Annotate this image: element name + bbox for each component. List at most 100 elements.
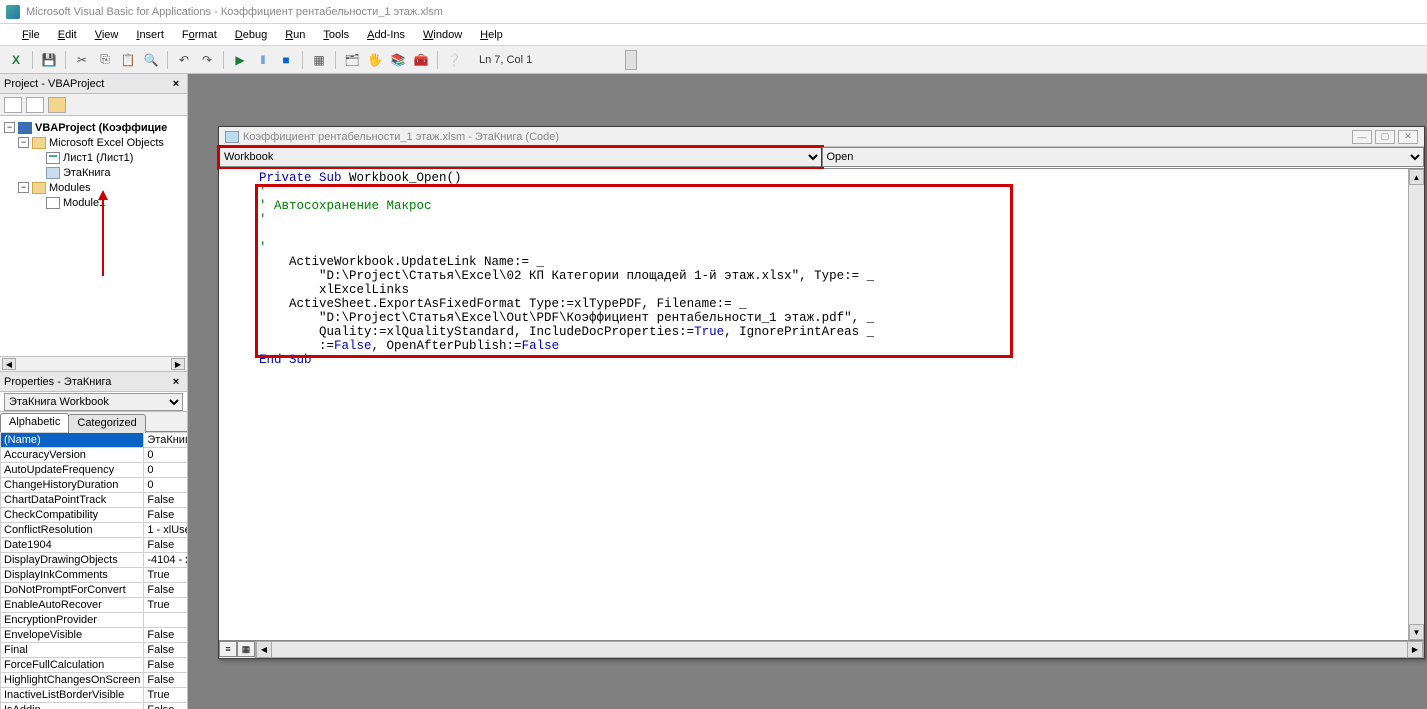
- horizontal-scrollbar[interactable]: ◀ ▶: [255, 641, 1424, 658]
- menu-view[interactable]: View: [87, 27, 127, 43]
- menu-help[interactable]: Help: [472, 27, 511, 43]
- menu-tools[interactable]: Tools: [315, 27, 357, 43]
- menu-format[interactable]: Format: [174, 27, 225, 43]
- find-icon[interactable]: 🔍: [141, 50, 161, 70]
- view-object-icon[interactable]: [26, 97, 44, 113]
- tab-categorized[interactable]: Categorized: [68, 414, 145, 433]
- property-row[interactable]: Date1904False: [1, 538, 188, 553]
- property-value[interactable]: False: [144, 583, 187, 598]
- property-value[interactable]: 0: [144, 448, 187, 463]
- menu-edit[interactable]: Edit: [50, 27, 85, 43]
- object-select[interactable]: ЭтаКнига Workbook: [4, 393, 183, 411]
- object-select[interactable]: Workbook: [219, 147, 822, 167]
- properties-icon[interactable]: 🖐: [365, 50, 385, 70]
- cut-icon[interactable]: ✂: [72, 50, 92, 70]
- minimize-icon[interactable]: —: [1352, 130, 1372, 144]
- procedure-select[interactable]: Open: [822, 147, 1425, 167]
- menu-insert[interactable]: Insert: [128, 27, 172, 43]
- property-row[interactable]: (Name)ЭтаКнига: [1, 433, 188, 448]
- property-row[interactable]: DisplayInkCommentsTrue: [1, 568, 188, 583]
- undo-icon[interactable]: ↶: [174, 50, 194, 70]
- property-row[interactable]: EnvelopeVisibleFalse: [1, 628, 188, 643]
- property-value[interactable]: [144, 613, 187, 628]
- design-mode-icon[interactable]: ▦: [309, 50, 329, 70]
- property-value[interactable]: False: [144, 628, 187, 643]
- property-value[interactable]: False: [144, 643, 187, 658]
- project-explorer-icon[interactable]: 🗂: [342, 50, 362, 70]
- toolbox-icon[interactable]: 🧰: [411, 50, 431, 70]
- collapse-icon[interactable]: −: [18, 182, 29, 193]
- properties-object-selector[interactable]: ЭтаКнига Workbook: [0, 392, 187, 412]
- collapse-icon[interactable]: −: [18, 137, 29, 148]
- tree-folder-modules[interactable]: − Modules: [4, 180, 183, 195]
- menu-window[interactable]: Window: [415, 27, 470, 43]
- toolbar-grip[interactable]: [625, 50, 637, 70]
- close-icon[interactable]: ×: [169, 77, 183, 91]
- property-value[interactable]: True: [144, 688, 187, 703]
- menu-file[interactable]: File: [14, 27, 48, 43]
- break-icon[interactable]: ‖: [253, 50, 273, 70]
- object-dropdown[interactable]: Workbook: [219, 147, 822, 168]
- property-row[interactable]: InactiveListBorderVisibleTrue: [1, 688, 188, 703]
- property-row[interactable]: DoNotPromptForConvertFalse: [1, 583, 188, 598]
- help-icon[interactable]: ❔: [444, 50, 464, 70]
- tree-folder-excel-objects[interactable]: − Microsoft Excel Objects: [4, 135, 183, 150]
- close-icon[interactable]: ×: [169, 375, 183, 389]
- property-value[interactable]: True: [144, 598, 187, 613]
- scroll-right-icon[interactable]: ▶: [1407, 642, 1423, 657]
- view-code-icon[interactable]: [4, 97, 22, 113]
- full-module-view-icon[interactable]: ▦: [237, 641, 255, 657]
- scroll-left-icon[interactable]: ◀: [2, 358, 16, 370]
- property-value[interactable]: 0: [144, 478, 187, 493]
- property-row[interactable]: AccuracyVersion0: [1, 448, 188, 463]
- toggle-folders-icon[interactable]: [48, 97, 66, 113]
- close-icon[interactable]: ✕: [1398, 130, 1418, 144]
- tree-module[interactable]: Module1: [4, 195, 183, 210]
- code-text[interactable]: Private Sub Workbook_Open() ' ' Автосохр…: [219, 169, 1424, 369]
- tree-sheet[interactable]: Лист1 (Лист1): [4, 150, 183, 165]
- procedure-view-icon[interactable]: ≡: [219, 641, 237, 657]
- reset-icon[interactable]: ■: [276, 50, 296, 70]
- maximize-icon[interactable]: ▢: [1375, 130, 1395, 144]
- property-value[interactable]: False: [144, 673, 187, 688]
- tree-project[interactable]: − VBAProject (Коэффицие: [4, 120, 183, 135]
- property-value[interactable]: False: [144, 703, 187, 709]
- code-editor[interactable]: Private Sub Workbook_Open() ' ' Автосохр…: [219, 169, 1424, 640]
- property-row[interactable]: ChartDataPointTrackFalse: [1, 493, 188, 508]
- property-row[interactable]: HighlightChangesOnScreenFalse: [1, 673, 188, 688]
- scroll-down-icon[interactable]: ▼: [1409, 624, 1424, 640]
- property-value[interactable]: False: [144, 658, 187, 673]
- tree-hscroll[interactable]: ◀ ▶: [0, 356, 187, 372]
- property-value[interactable]: False: [144, 493, 187, 508]
- tree-thisworkbook[interactable]: ЭтаКнига: [4, 165, 183, 180]
- property-row[interactable]: ChangeHistoryDuration0: [1, 478, 188, 493]
- property-row[interactable]: IsAddinFalse: [1, 703, 188, 709]
- property-row[interactable]: DisplayDrawingObjects-4104 - xlDispl: [1, 553, 188, 568]
- property-row[interactable]: AutoUpdateFrequency0: [1, 463, 188, 478]
- tab-alphabetic[interactable]: Alphabetic: [0, 413, 69, 432]
- property-value[interactable]: True: [144, 568, 187, 583]
- property-row[interactable]: CheckCompatibilityFalse: [1, 508, 188, 523]
- property-row[interactable]: ForceFullCalculationFalse: [1, 658, 188, 673]
- property-value[interactable]: ЭтаКнига: [144, 433, 187, 448]
- save-icon[interactable]: 💾: [39, 50, 59, 70]
- collapse-icon[interactable]: −: [4, 122, 15, 133]
- property-value[interactable]: 1 - xlUserReso: [144, 523, 187, 538]
- scroll-up-icon[interactable]: ▲: [1409, 169, 1424, 185]
- property-row[interactable]: EncryptionProvider: [1, 613, 188, 628]
- excel-icon[interactable]: X: [6, 50, 26, 70]
- object-browser-icon[interactable]: 📚: [388, 50, 408, 70]
- code-window-titlebar[interactable]: Коэффициент рентабельности_1 этаж.xlsm -…: [219, 127, 1424, 147]
- property-row[interactable]: EnableAutoRecoverTrue: [1, 598, 188, 613]
- property-value[interactable]: -4104 - xlDispl: [144, 553, 187, 568]
- run-icon[interactable]: ▶: [230, 50, 250, 70]
- menu-debug[interactable]: Debug: [227, 27, 275, 43]
- property-value[interactable]: 0: [144, 463, 187, 478]
- scroll-track[interactable]: [1409, 185, 1424, 624]
- property-value[interactable]: False: [144, 508, 187, 523]
- property-row[interactable]: FinalFalse: [1, 643, 188, 658]
- vertical-scrollbar[interactable]: ▲ ▼: [1408, 169, 1424, 640]
- project-tree[interactable]: − VBAProject (Коэффицие − Microsoft Exce…: [0, 116, 187, 356]
- procedure-dropdown[interactable]: Open: [822, 147, 1425, 168]
- redo-icon[interactable]: ↷: [197, 50, 217, 70]
